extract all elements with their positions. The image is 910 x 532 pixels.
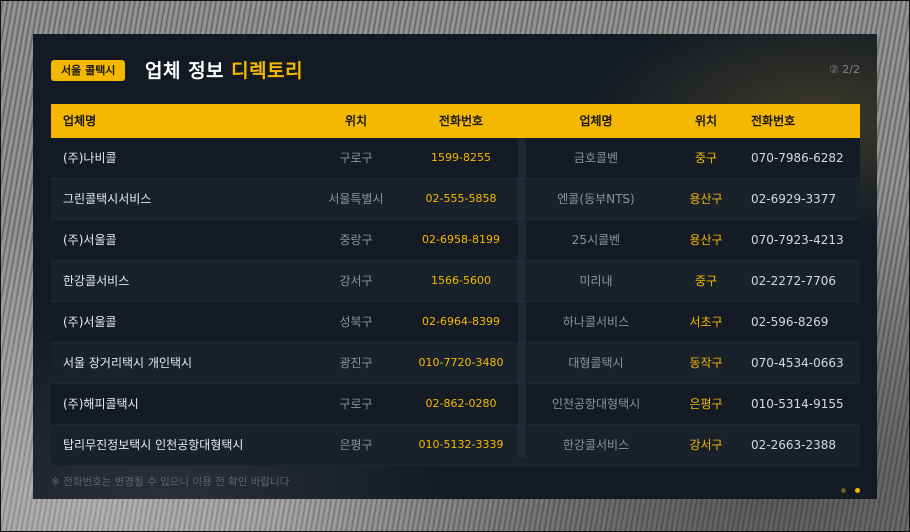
location: 동작구: [689, 356, 723, 370]
location: 서초구: [689, 315, 723, 329]
table-row: 그린콜택시서비스 서울특별시 02-555-5858 엔콜(동부NTS) 용산구 02-6…: [51, 179, 860, 220]
company-name: 한강콜서비스: [63, 274, 130, 288]
phone-number[interactable]: 02-6964-8399: [406, 302, 516, 342]
phone-number[interactable]: 02-555-5858: [406, 179, 516, 219]
phone-number[interactable]: 02-596-8269: [751, 302, 828, 342]
phone-number[interactable]: 070-7923-4213: [751, 220, 844, 260]
column-divider: [518, 138, 526, 458]
table-row: (주)나비콜 구로구 1599-8255 금호콜벤 중구 070-7986-6282: [51, 138, 860, 179]
location: 구로구: [339, 151, 373, 165]
company-name: 25시콜벤: [571, 233, 621, 247]
location: 광진구: [339, 356, 373, 370]
location: 중구: [694, 274, 718, 288]
phone-number[interactable]: 02-862-0280: [406, 384, 516, 424]
phone-number[interactable]: 010-7720-3480: [406, 343, 516, 383]
location: 중랑구: [339, 233, 373, 247]
header-location-right: 위치: [694, 114, 718, 128]
title-accent: 디렉토리: [231, 60, 304, 82]
company-name: 하나콜서비스: [562, 315, 630, 329]
header-location-left: 위치: [344, 114, 368, 128]
location: 서울특별시: [328, 192, 384, 206]
phone-number[interactable]: 02-6929-3377: [751, 179, 836, 219]
table-row: 한강콜서비스 강서구 1566-5600 미리내 중구 02-2272-7706: [51, 261, 860, 302]
table-row: (주)서울콜 중랑구 02-6958-8199 25시콜벤 용산구 070-7923-42…: [51, 220, 860, 261]
location: 용산구: [689, 192, 723, 206]
location: 구로구: [339, 397, 373, 411]
phone-number[interactable]: 010-5314-9155: [751, 384, 844, 424]
phone-number[interactable]: 010-5132-3339: [406, 425, 516, 465]
phone-number[interactable]: 070-7986-6282: [751, 138, 844, 178]
table-row: 탑리무진정보택시 인천공항대형택시 은평구 010-5132-3339 한강콜서비스 강…: [51, 425, 860, 466]
phone-number[interactable]: 02-2663-2388: [751, 425, 836, 465]
footnote: ※ 전화번호는 변경될 수 있으니 이용 전 확인 바랍니다: [51, 476, 290, 488]
phone-number[interactable]: 1599-8255: [406, 138, 516, 178]
location: 용산구: [689, 233, 723, 247]
pagination-dots: [837, 478, 860, 497]
table-body: (주)나비콜 구로구 1599-8255 금호콜벤 중구 070-7986-6282 그린콜…: [51, 138, 860, 466]
table-row: 서울 장거리택시 개인택시 광진구 010-7720-3480 대형콜택시 동작구 070…: [51, 343, 860, 384]
location: 은평구: [689, 397, 723, 411]
location: 중구: [694, 151, 718, 165]
company-name: 대형콜택시: [568, 356, 624, 370]
header-name-right: 업체명: [579, 114, 613, 128]
pagination-dot-1[interactable]: [840, 488, 846, 493]
company-name: (주)서울콜: [63, 233, 117, 247]
location: 은평구: [339, 438, 373, 452]
company-name: 엔콜(동부NTS): [557, 192, 635, 206]
category-badge: 서울 콜택시: [51, 60, 126, 81]
location: 강서구: [339, 274, 373, 288]
header-phone-left: 전화번호: [438, 114, 484, 128]
company-name: (주)해피콜택시: [63, 397, 139, 411]
header-name-left: 업체명: [63, 114, 97, 128]
directory-card: 서울 콜택시 업체 정보 디렉토리 ② 2/2 업체명 위치 전화번호 업체명 …: [33, 34, 877, 499]
table-row: (주)서울콜 성북구 02-6964-8399 하나콜서비스 서초구 02-596-826…: [51, 302, 860, 343]
company-name: 금호콜벤: [573, 151, 619, 165]
table-row: (주)해피콜택시 구로구 02-862-0280 인천공항대형택시 은평구 010-531…: [51, 384, 860, 425]
company-name: 인천공항대형택시: [551, 397, 641, 411]
table-header: 업체명 위치 전화번호 업체명 위치 전화번호: [51, 104, 860, 138]
directory-table: 업체명 위치 전화번호 업체명 위치 전화번호 (주)나비콜 구로구 1599-82…: [51, 104, 860, 466]
phone-number[interactable]: 070-4534-0663: [751, 343, 844, 383]
page-indicator: ② 2/2: [828, 63, 860, 76]
pagination-dot-2[interactable]: [855, 488, 860, 493]
company-name: (주)서울콜: [63, 315, 117, 329]
company-name: 미리내: [579, 274, 613, 288]
company-name: 한강콜서비스: [562, 438, 630, 452]
company-name: 서울 장거리택시 개인택시: [63, 356, 193, 370]
phone-number[interactable]: 1566-5600: [406, 261, 516, 301]
location: 성북구: [339, 315, 373, 329]
title-main: 업체 정보: [145, 60, 225, 82]
company-name: 그린콜택시서비스: [63, 192, 152, 206]
header-phone-right: 전화번호: [751, 114, 796, 128]
phone-number[interactable]: 02-2272-7706: [751, 261, 836, 301]
company-name: (주)나비콜: [63, 151, 117, 165]
location: 강서구: [689, 438, 723, 452]
phone-number[interactable]: 02-6958-8199: [406, 220, 516, 260]
company-name: 탑리무진정보택시 인천공항대형택시: [63, 438, 244, 452]
page-title: 업체 정보 디렉토리: [145, 56, 303, 83]
